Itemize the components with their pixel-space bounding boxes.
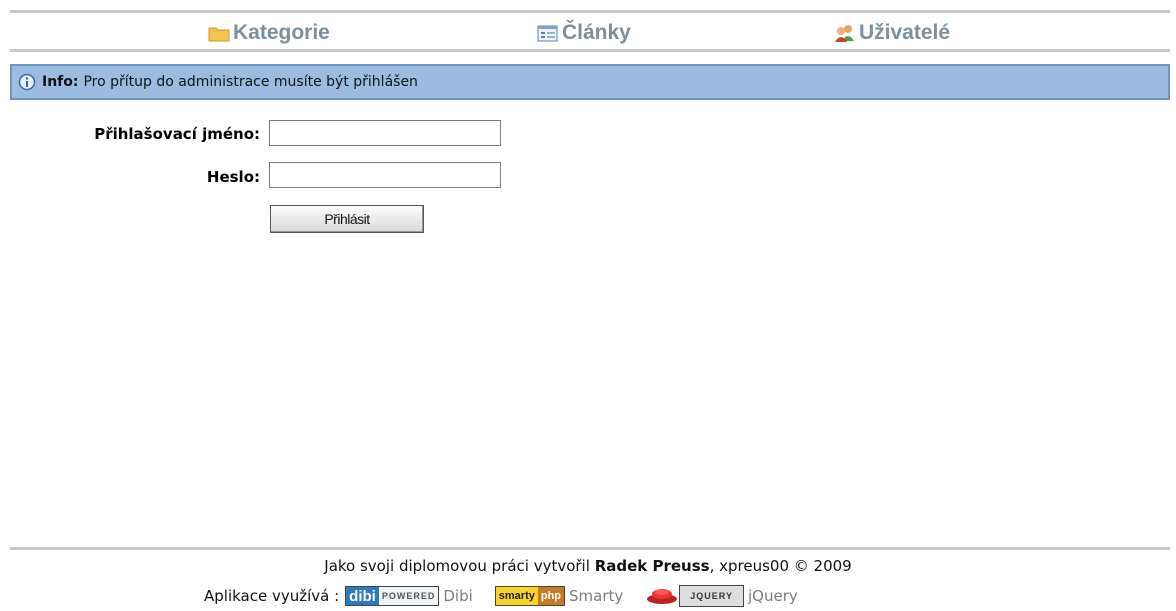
username-label: Přihlašovací jméno: (94, 125, 260, 143)
password-input[interactable] (269, 162, 501, 188)
dibi-badge-powered: POWERED (378, 587, 439, 605)
jquery-badge-label: JQUERY (679, 585, 744, 607)
info-banner: Info: Pro přítup do administrace musíte … (10, 64, 1170, 100)
nav-item-kategorie[interactable]: Kategorie (208, 21, 330, 45)
uses-label: Aplikace využívá : (204, 587, 340, 605)
footer-credit: Jako svoji diplomovou práci vytvořil Rad… (0, 557, 1176, 575)
username-input[interactable] (269, 120, 501, 146)
password-label: Heslo: (206, 168, 260, 186)
smarty-badge-php: php (537, 587, 565, 605)
info-icon (18, 73, 36, 91)
author-name: Radek Preuss (594, 557, 710, 575)
dibi-badge-logo: dibi (346, 587, 379, 605)
credit-suffix: , xpreus00 © 2009 (709, 557, 852, 575)
smarty-badge[interactable]: smarty php (494, 586, 566, 606)
users-icon (834, 24, 856, 42)
dibi-badge[interactable]: dibi POWERED (345, 586, 440, 606)
footer-divider (10, 547, 1170, 550)
nav-item-label: Uživatelé (859, 21, 951, 44)
info-label: Info: (42, 74, 79, 90)
nav-item-label: Kategorie (233, 21, 330, 44)
footer-tech: Aplikace využívá : dibi POWERED Dibi sma… (204, 584, 820, 608)
tech-name-jquery: jQuery (747, 587, 798, 605)
jquery-logo-icon (647, 589, 678, 604)
login-button[interactable]: Přihlásit (270, 205, 424, 233)
tech-name-dibi: Dibi (443, 587, 473, 605)
tech-name-smarty: Smarty (569, 587, 624, 605)
folder-icon (208, 24, 230, 42)
articles-icon (537, 24, 559, 42)
credit-prefix: Jako svoji diplomovou práci vytvořil (324, 557, 590, 575)
nav-item-label: Články (562, 21, 631, 44)
nav-item-uzivatele[interactable]: Uživatelé (834, 21, 950, 45)
nav-item-clanky[interactable]: Články (537, 21, 631, 45)
jquery-badge[interactable]: JQUERY (645, 585, 744, 607)
info-message: Pro přítup do administrace musíte být př… (83, 74, 418, 90)
main-nav: Kategorie Články Uživatelé (10, 10, 1170, 52)
smarty-badge-logo: smarty (495, 587, 538, 605)
